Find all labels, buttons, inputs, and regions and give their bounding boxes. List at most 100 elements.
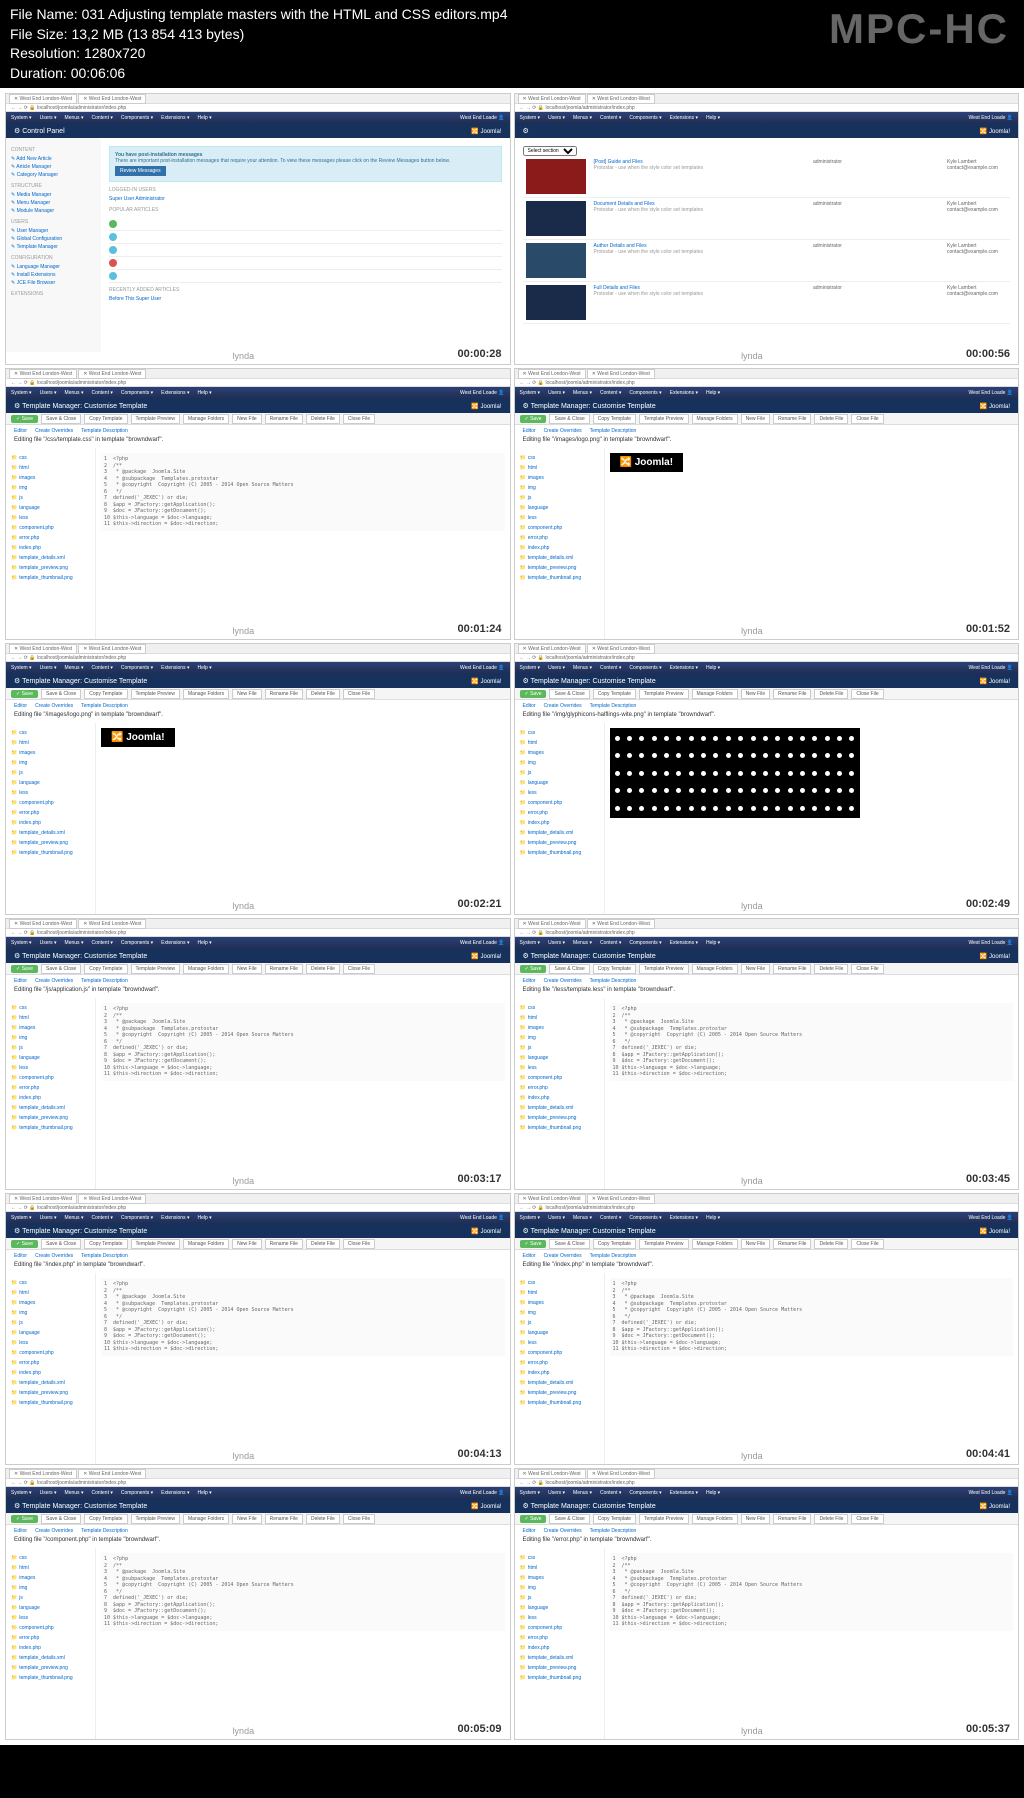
- menu-item[interactable]: System ▾: [520, 940, 541, 946]
- tree-item[interactable]: less: [11, 1613, 90, 1623]
- toolbar-button[interactable]: Manage Folders: [183, 414, 229, 424]
- toolbar-button[interactable]: Rename File: [773, 689, 811, 699]
- toolbar-button[interactable]: Rename File: [265, 689, 303, 699]
- toolbar-button[interactable]: Copy Template: [84, 964, 127, 974]
- tree-item[interactable]: css: [520, 1553, 599, 1563]
- menu-item[interactable]: Users ▾: [548, 390, 565, 396]
- toolbar-button[interactable]: Delete File: [814, 414, 848, 424]
- tree-item[interactable]: html: [520, 1563, 599, 1573]
- tree-item[interactable]: template_preview.png: [520, 1388, 599, 1398]
- browser-tab[interactable]: ✕ West End London-West: [587, 1194, 655, 1204]
- tree-item[interactable]: template_preview.png: [11, 1663, 90, 1673]
- tree-item[interactable]: language: [11, 503, 90, 513]
- editor-tab[interactable]: Create Overrides: [35, 703, 73, 709]
- menu-item[interactable]: Extensions ▾: [161, 390, 189, 396]
- toolbar-button[interactable]: Rename File: [265, 964, 303, 974]
- url-bar[interactable]: ← → ⟳ 🔒 localhost/joomla/administrator/i…: [6, 1204, 510, 1212]
- menu-item[interactable]: Users ▾: [548, 1490, 565, 1496]
- tree-item[interactable]: index.php: [11, 1368, 90, 1378]
- editor-tab[interactable]: Editor: [523, 1528, 536, 1534]
- toolbar-button[interactable]: Template Preview: [131, 1514, 180, 1524]
- editor-tab[interactable]: Template Description: [81, 1528, 128, 1534]
- save-button[interactable]: ✓ Save: [11, 1515, 38, 1523]
- tree-item[interactable]: index.php: [11, 1093, 90, 1103]
- tree-item[interactable]: template_thumbnail.png: [11, 1123, 90, 1133]
- editor-tab[interactable]: Template Description: [81, 1253, 128, 1259]
- toolbar-button[interactable]: Manage Folders: [183, 1239, 229, 1249]
- menu-item[interactable]: Content ▾: [600, 115, 621, 121]
- tree-item[interactable]: component.php: [11, 798, 90, 808]
- editor-tab[interactable]: Template Description: [590, 703, 637, 709]
- tree-item[interactable]: template_preview.png: [520, 1663, 599, 1673]
- tree-item[interactable]: images: [520, 1023, 599, 1033]
- toolbar-button[interactable]: Manage Folders: [183, 1514, 229, 1524]
- editor-tab[interactable]: Create Overrides: [544, 428, 582, 434]
- menu-item[interactable]: Menus ▾: [573, 665, 592, 671]
- toolbar-button[interactable]: New File: [741, 1514, 770, 1524]
- tree-item[interactable]: template_thumbnail.png: [520, 1123, 599, 1133]
- toolbar-button[interactable]: Close File: [851, 689, 883, 699]
- editor-tab[interactable]: Template Description: [81, 703, 128, 709]
- menu-item[interactable]: Extensions ▾: [670, 115, 698, 121]
- toolbar-button[interactable]: Close File: [851, 414, 883, 424]
- tree-item[interactable]: less: [11, 1338, 90, 1348]
- menu-item[interactable]: Users ▾: [40, 390, 57, 396]
- tree-item[interactable]: img: [520, 483, 599, 493]
- menu-item[interactable]: System ▾: [520, 665, 541, 671]
- menu-item[interactable]: Users ▾: [40, 1490, 57, 1496]
- toolbar-button[interactable]: Manage Folders: [183, 964, 229, 974]
- url-bar[interactable]: ← → ⟳ 🔒 localhost/joomla/administrator/i…: [6, 104, 510, 112]
- tree-item[interactable]: images: [520, 1573, 599, 1583]
- tree-item[interactable]: language: [11, 778, 90, 788]
- toolbar-button[interactable]: New File: [232, 414, 261, 424]
- tree-item[interactable]: img: [11, 1033, 90, 1043]
- toolbar-button[interactable]: Template Preview: [639, 1239, 688, 1249]
- tree-item[interactable]: js: [520, 1318, 599, 1328]
- tree-item[interactable]: css: [520, 1003, 599, 1013]
- url-bar[interactable]: ← → ⟳ 🔒 localhost/joomla/administrator/i…: [6, 379, 510, 387]
- menu-item[interactable]: Extensions ▾: [161, 1215, 189, 1221]
- toolbar-button[interactable]: Template Preview: [639, 689, 688, 699]
- toolbar-button[interactable]: Manage Folders: [692, 414, 738, 424]
- tree-item[interactable]: js: [11, 768, 90, 778]
- tree-item[interactable]: img: [520, 1583, 599, 1593]
- tree-item[interactable]: language: [11, 1328, 90, 1338]
- tree-item[interactable]: component.php: [11, 523, 90, 533]
- save-button[interactable]: ✓ Save: [11, 1240, 38, 1248]
- menu-item[interactable]: System ▾: [520, 1490, 541, 1496]
- menu-item[interactable]: Help ▾: [706, 940, 720, 946]
- toolbar-button[interactable]: Manage Folders: [692, 1514, 738, 1524]
- tree-item[interactable]: js: [520, 1593, 599, 1603]
- editor-tab[interactable]: Editor: [523, 1253, 536, 1259]
- tree-item[interactable]: index.php: [520, 1368, 599, 1378]
- editor-tab[interactable]: Editor: [14, 1528, 27, 1534]
- cp-nav-item[interactable]: ✎ Module Manager: [11, 207, 96, 215]
- tree-item[interactable]: component.php: [520, 798, 599, 808]
- menu-item[interactable]: System ▾: [11, 665, 32, 671]
- editor-tab[interactable]: Editor: [14, 428, 27, 434]
- tree-item[interactable]: html: [11, 1288, 90, 1298]
- browser-tab[interactable]: ✕ West End London-West: [78, 1194, 146, 1204]
- menu-item[interactable]: Extensions ▾: [161, 665, 189, 671]
- tree-item[interactable]: template_thumbnail.png: [11, 573, 90, 583]
- browser-tab[interactable]: ✕ West End London-West: [518, 1194, 586, 1204]
- tree-item[interactable]: js: [11, 1593, 90, 1603]
- tree-item[interactable]: less: [11, 1063, 90, 1073]
- toolbar-button[interactable]: Delete File: [814, 1239, 848, 1249]
- editor-tab[interactable]: Editor: [14, 978, 27, 984]
- browser-tab[interactable]: ✕ West End London-West: [587, 94, 655, 104]
- toolbar-button[interactable]: Save & Close: [549, 1239, 589, 1249]
- toolbar-button[interactable]: New File: [232, 1514, 261, 1524]
- toolbar-button[interactable]: Delete File: [814, 689, 848, 699]
- tree-item[interactable]: template_preview.png: [11, 563, 90, 573]
- browser-tab[interactable]: ✕ West End London-West: [518, 644, 586, 654]
- browser-tab[interactable]: ✕ West End London-West: [9, 1469, 77, 1479]
- tree-item[interactable]: component.php: [11, 1348, 90, 1358]
- tree-item[interactable]: template_thumbnail.png: [520, 1673, 599, 1683]
- tree-item[interactable]: index.php: [520, 818, 599, 828]
- toolbar-button[interactable]: Close File: [343, 689, 375, 699]
- cp-nav-item[interactable]: ✎ Article Manager: [11, 163, 96, 171]
- editor-tab[interactable]: Editor: [523, 978, 536, 984]
- menu-item[interactable]: Help ▾: [706, 1215, 720, 1221]
- tree-item[interactable]: html: [520, 738, 599, 748]
